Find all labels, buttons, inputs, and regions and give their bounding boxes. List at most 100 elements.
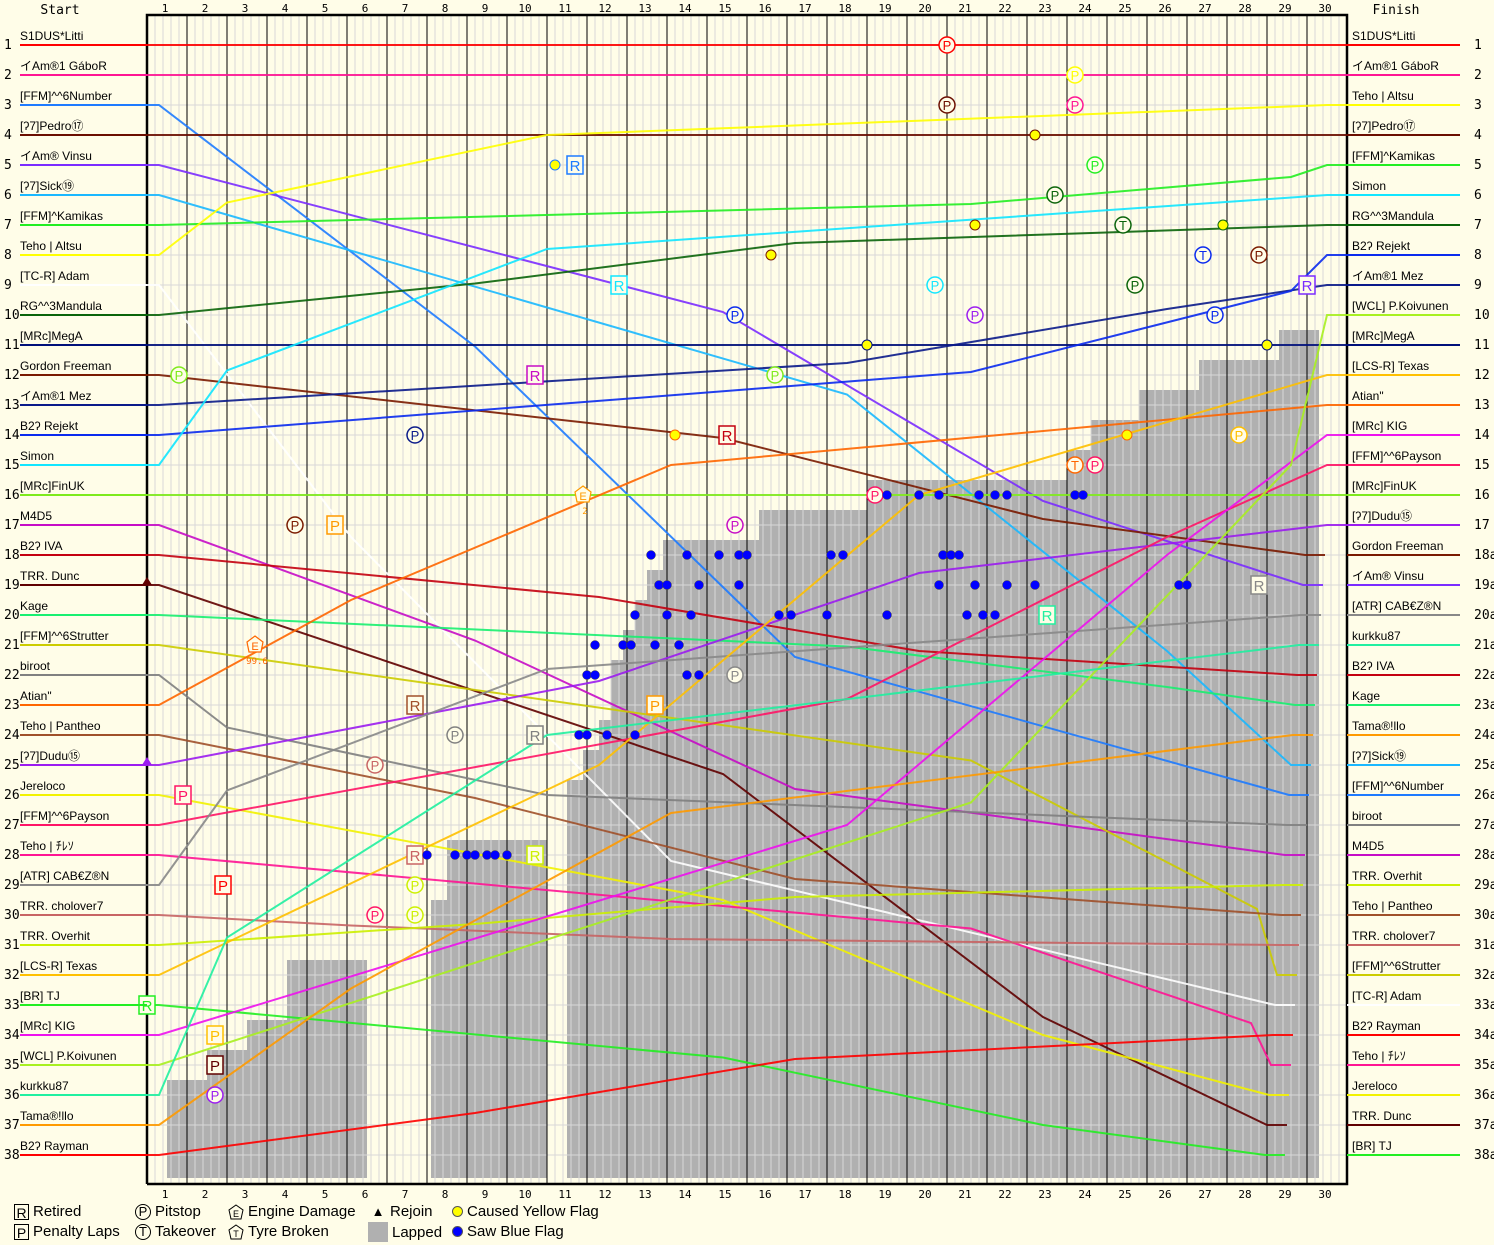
lap-tick-label-top: 1 (162, 2, 169, 15)
rejoin-icon (142, 757, 152, 765)
blue-flag-icon (422, 850, 432, 860)
blue-flag-icon (882, 490, 892, 500)
marker-glyph: P (210, 1028, 220, 1045)
blue-flag-icon (1002, 580, 1012, 590)
retired-marker: R (610, 275, 628, 295)
lap-tick-label-top: 28 (1238, 2, 1251, 15)
start-driver-name: [WCL] P.Koivunen (20, 1049, 117, 1063)
marker-glyph: P (1211, 308, 1220, 323)
start-position-number: 11 (4, 338, 20, 353)
start-driver-name: kurkku87 (20, 1079, 69, 1093)
finish-position-number: 22a (1474, 668, 1494, 683)
finish-driver-name: [MRc] KIG (1352, 419, 1407, 433)
penalty-marker: P (646, 695, 664, 715)
blue-flag-icon (646, 550, 656, 560)
start-driver-name: [BR] TJ (20, 989, 60, 1003)
finish-driver-name: biroot (1352, 809, 1383, 823)
start-position-number: 9 (4, 278, 12, 293)
blue-flag-icon (674, 640, 684, 650)
blue-flag-icon (962, 610, 972, 620)
finish-driver-name: TRR. Overhit (1352, 869, 1423, 883)
start-position-number: 5 (4, 158, 12, 173)
blue-flag-icon (574, 730, 584, 740)
finish-position-number: 7 (1474, 218, 1482, 233)
yellow-marker (1121, 429, 1133, 441)
finish-driver-name: イAm®1 GáboR (1352, 59, 1439, 73)
lap-tick-label-bottom: 8 (442, 1188, 449, 1200)
marker-glyph: R (530, 848, 541, 865)
penalty-marker: P (206, 1025, 224, 1045)
blue-flag-icon (970, 580, 980, 590)
lap-tick-label-top: 15 (718, 2, 731, 15)
lap-tick-label-bottom: 23 (1038, 1188, 1051, 1200)
finish-driver-name: Teho | ﾁﾚｿ (1352, 1049, 1406, 1063)
start-driver-name: Simon (20, 449, 54, 463)
finish-driver-name: M4D5 (1352, 839, 1384, 853)
finish-driver-name: TRR. cholover7 (1352, 929, 1436, 943)
blue-flag-icon (1002, 490, 1012, 500)
start-position-number: 18 (4, 548, 20, 563)
legend-label: Pitstop (155, 1203, 201, 1220)
finish-position-number: 38a (1474, 1148, 1494, 1163)
start-position-number: 10 (4, 308, 20, 323)
blue-flag-icon (954, 550, 964, 560)
pitstop-marker: P (366, 906, 384, 924)
yellow-flag-icon (1029, 129, 1041, 141)
start-position-number: 7 (4, 218, 12, 233)
blue-flag-icon (590, 640, 600, 650)
blue-flag-icon (1078, 490, 1088, 500)
start-driver-name: [MRc] KIG (20, 1019, 75, 1033)
lap-tick-label-top: 4 (282, 2, 289, 15)
pitstop-marker: P (1086, 456, 1104, 474)
blue-flag-icon (450, 850, 460, 860)
rejoin-icon (142, 577, 152, 585)
lap-tick-label-bottom: 5 (322, 1188, 329, 1200)
takeover-marker: T (1066, 456, 1084, 474)
lap-tick-label-top: 9 (482, 2, 489, 15)
lap-tick-label-bottom: 6 (362, 1188, 369, 1200)
legend-label: Retired (33, 1203, 82, 1220)
lap-tick-label-bottom: 28 (1238, 1188, 1251, 1200)
finish-position-number: 29a (1474, 878, 1494, 893)
finish-position-number: 14 (1474, 428, 1490, 443)
lap-tick-label-top: 21 (958, 2, 971, 15)
start-position-number: 35 (4, 1058, 20, 1073)
pitstop-marker: P (1230, 426, 1248, 444)
lap-tick-label-top: 19 (878, 2, 891, 15)
lap-chart: PPPPPPRTT PP RR PP PPP PRP R PPTPE2PP PRRPE99.6R… (4, 2, 1494, 1200)
start-driver-name: [FFM]^Kamikas (20, 209, 103, 223)
legend-label: Takeover (155, 1223, 216, 1240)
finish-position-number: 28a (1474, 848, 1494, 863)
start-position-number: 33 (4, 998, 20, 1013)
marker-glyph: P (1235, 428, 1244, 443)
marker-glyph: P (371, 758, 380, 773)
lapped-block (583, 750, 599, 1178)
lap-tick-label-bottom: 1 (162, 1188, 169, 1200)
start-driver-name: B2ʔ IVA (20, 539, 62, 553)
retired-marker: R (1298, 275, 1316, 295)
lap-tick-label-top: 24 (1078, 2, 1092, 15)
start-driver-name: Tama®!llo (20, 1109, 74, 1123)
legend-label: Engine Damage (248, 1203, 356, 1220)
blue-flag-icon (1182, 580, 1192, 590)
legend-takeover: T Takeover (135, 1223, 216, 1240)
pitstop-marker: P (866, 486, 884, 504)
finish-driver-name: イAm®1 Mez (1352, 269, 1424, 283)
finish-position-number: 23a (1474, 698, 1494, 713)
marker-glyph: P (931, 278, 940, 293)
pitstop-marker: P (1250, 246, 1268, 264)
penalty-marker: P (326, 515, 344, 535)
blue-flag-icon (978, 610, 988, 620)
start-header: Start (40, 3, 79, 18)
legend-label: Saw Blue Flag (467, 1223, 564, 1240)
finish-position-number: 19a (1474, 578, 1494, 593)
marker-glyph: R (410, 848, 421, 865)
marker-glyph: T (1071, 458, 1079, 473)
start-position-number: 2 (4, 68, 12, 83)
finish-driver-name: イAm® Vinsu (1352, 569, 1424, 583)
blue-flag-icon (974, 490, 984, 500)
start-driver-name: [FFM]^^6Payson (20, 809, 109, 823)
engine-marker: E 99.6 (246, 635, 268, 667)
blue-flag-icon (946, 550, 956, 560)
blue-flag-icon (934, 580, 944, 590)
